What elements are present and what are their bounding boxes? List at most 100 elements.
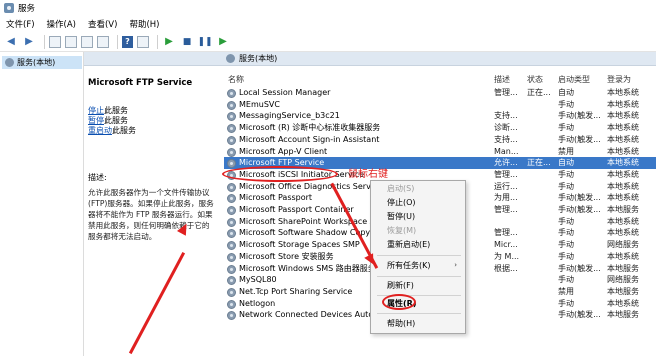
refresh-icon[interactable]: [81, 35, 93, 48]
back-icon[interactable]: ◀: [4, 35, 18, 49]
service-startup: 手动(触发...: [558, 193, 601, 203]
gear-icon: [227, 124, 236, 134]
service-row[interactable]: Microsoft App-V Client Man... 禁用 本地系统: [224, 146, 656, 158]
console-icon[interactable]: [137, 35, 149, 48]
pause-link[interactable]: 暂停: [88, 116, 104, 125]
column-header-startup-type[interactable]: 启动类型: [558, 74, 590, 85]
menu-view[interactable]: 查看(V): [88, 18, 117, 30]
service-desc: 支持...: [494, 134, 518, 144]
service-row[interactable]: Microsoft (R) 诊断中心标准收集器服务 诊断... 手动 本地系统: [224, 122, 656, 134]
service-name: Microsoft Passport Container: [239, 205, 354, 214]
service-desc: 运行...: [494, 181, 518, 191]
toolbar-separator: [157, 34, 158, 49]
gear-icon: [227, 182, 236, 192]
stop-link[interactable]: 停止: [88, 106, 104, 115]
context-refresh[interactable]: 刷新(F): [387, 280, 414, 292]
panel-header: 服务(本地): [84, 52, 656, 66]
gear-icon: [227, 287, 236, 297]
context-restart[interactable]: 重新启动(E): [387, 239, 430, 251]
description-label: 描述:: [88, 173, 107, 182]
description-line: 服务都将无法启动。: [88, 232, 157, 241]
service-logon: 网络服务: [607, 275, 639, 285]
service-name: Local Session Manager: [239, 88, 331, 97]
column-header-description[interactable]: 描述: [494, 74, 510, 85]
service-name: MySQL80: [239, 275, 277, 285]
gear-icon: [226, 54, 235, 63]
service-startup: 自动: [558, 158, 574, 168]
action-restart: 重启动此服务: [88, 126, 220, 136]
service-startup: 手动: [558, 216, 574, 226]
description-line: 允许此服务器作为一个文件传输协议: [88, 188, 210, 197]
context-stop[interactable]: 停止(O): [387, 197, 416, 209]
context-start[interactable]: 启动(S): [387, 183, 414, 195]
service-logon: 本地系统: [607, 99, 639, 109]
panel-header-label: 服务(本地): [239, 54, 278, 63]
context-resume[interactable]: 恢复(M): [387, 225, 416, 237]
menu-action[interactable]: 操作(A): [47, 18, 76, 30]
service-name: MessagingService_b3c21: [239, 111, 340, 121]
service-desc: 为 M...: [494, 251, 520, 261]
tree-node-services-local[interactable]: 服务(本地): [2, 56, 82, 69]
gear-icon: [227, 194, 236, 204]
properties-icon[interactable]: [65, 35, 77, 48]
column-header-name[interactable]: 名称: [228, 74, 244, 85]
service-startup: 手动(触发...: [558, 205, 601, 214]
service-logon: 本地系统: [607, 169, 639, 179]
forward-icon[interactable]: ▶: [22, 35, 36, 49]
gear-icon: [227, 299, 236, 309]
restart-service-icon[interactable]: ▶: [216, 35, 230, 49]
tree-node-label: 服务(本地): [17, 58, 56, 67]
service-name: Microsoft Store 安装服务: [239, 251, 334, 261]
service-desc: 管理...: [494, 205, 518, 214]
stop-service-icon[interactable]: ■: [180, 35, 194, 49]
menu-help[interactable]: 帮助(H): [129, 18, 159, 30]
gear-icon: [227, 206, 236, 215]
show-tree-icon[interactable]: [49, 35, 61, 48]
context-help[interactable]: 帮助(H): [387, 318, 415, 330]
service-row[interactable]: Microsoft Account Sign-in Assistant 支持...…: [224, 134, 656, 146]
service-name: Microsoft Windows SMS 路由器服务: [239, 263, 376, 273]
service-desc: Man...: [494, 146, 519, 156]
context-separator: [377, 276, 461, 277]
service-startup: 手动: [558, 99, 574, 109]
gear-icon: [227, 311, 236, 321]
services-app-icon: [4, 3, 14, 13]
service-logon: 本地系统: [607, 193, 639, 203]
service-logon: 本地服务: [607, 286, 639, 296]
context-all-tasks[interactable]: 所有任务(K): [387, 260, 431, 272]
pause-service-icon[interactable]: ❚❚: [197, 35, 212, 49]
gear-icon: [227, 135, 236, 145]
toolbar-separator: [44, 34, 45, 49]
context-menu: 启动(S) 停止(O) 暂停(U) 恢复(M) 重新启动(E) 所有任务(K) …: [370, 180, 466, 334]
service-startup: 手动: [558, 251, 574, 261]
service-name: Microsoft Passport: [239, 193, 313, 203]
restart-link[interactable]: 重启动: [88, 126, 112, 135]
service-logon: 本地系统: [607, 146, 639, 156]
description-line: 禁用此服务，则任何明确依赖于它的: [88, 221, 210, 230]
toolbar: ◀ ▶ ? ▶ ■ ❚❚ ▶: [0, 32, 656, 52]
menu-file[interactable]: 文件(F): [6, 18, 35, 30]
service-row[interactable]: MessagingService_b3c21 支持... 手动(触发... 本地系统: [224, 110, 656, 122]
context-pause[interactable]: 暂停(U): [387, 211, 415, 223]
service-name: Microsoft App-V Client: [239, 146, 328, 156]
start-service-icon[interactable]: ▶: [162, 35, 176, 49]
service-startup: 手动: [558, 169, 574, 179]
service-name: Microsoft Office Diagnostics Service: [239, 181, 383, 191]
description-text: 允许此服务器作为一个文件传输协议 (FTP)服务器。如果停止此服务，服务 器将不…: [88, 187, 220, 242]
service-logon: 本地系统: [607, 123, 639, 133]
export-icon[interactable]: [97, 35, 109, 48]
service-startup: 手动: [558, 275, 574, 285]
annotation-right-click-label: 鼠标右键: [348, 169, 388, 180]
service-row[interactable]: MEmuSVC 手动 本地系统: [224, 99, 656, 111]
action-suffix: 此服务: [104, 106, 128, 115]
service-detail-pane: Microsoft FTP Service 停止此服务 暂停此服务 重启动此服务…: [84, 66, 224, 356]
service-row[interactable]: Local Session Manager 管理... 正在... 自动 本地系统: [224, 87, 656, 99]
action-suffix: 此服务: [112, 126, 136, 135]
column-header-logon[interactable]: 登录为: [607, 74, 631, 85]
toolbar-separator: [117, 34, 118, 49]
help-icon[interactable]: ?: [122, 35, 133, 48]
gear-icon: [227, 89, 236, 98]
service-startup: 手动: [558, 240, 574, 250]
column-header-status[interactable]: 状态: [527, 74, 543, 85]
service-logon: 本地服务: [607, 205, 639, 214]
